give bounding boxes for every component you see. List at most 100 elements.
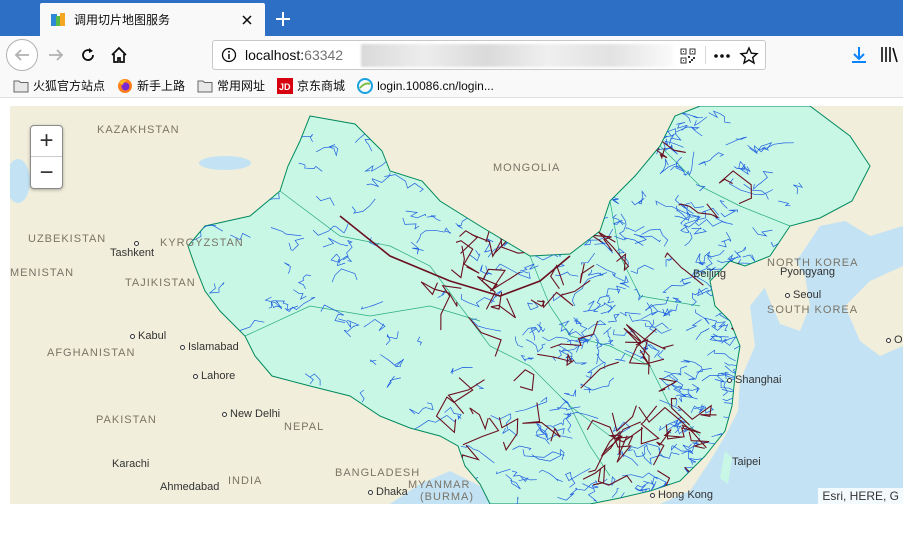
home-icon: [111, 46, 127, 63]
city-name: Taipei: [732, 456, 761, 468]
firefox-icon: [117, 78, 133, 94]
city-name: Dhaka: [376, 486, 408, 498]
city-label: Pyongyang: [780, 266, 835, 278]
city-label: New Delhi: [222, 408, 280, 420]
city-name: Seoul: [793, 289, 822, 301]
back-button[interactable]: [6, 39, 38, 71]
river-line: [698, 475, 709, 486]
new-tab-button[interactable]: [270, 6, 296, 32]
city-label: Islamabad: [180, 341, 239, 353]
arcgis-favicon-icon: [50, 12, 66, 28]
back-icon: [14, 49, 29, 61]
city-name: Islamabad: [188, 341, 239, 353]
city-label: Beijing: [693, 268, 726, 280]
city-name: Lahore: [201, 370, 236, 382]
more-icon[interactable]: [711, 45, 733, 67]
city-label: Dhaka: [368, 486, 408, 498]
plus-icon: [276, 12, 290, 26]
forward-icon: [49, 49, 64, 61]
country-label: PAKISTAN: [96, 414, 157, 426]
country-label: NEPAL: [284, 421, 325, 433]
url-host: localhost:: [245, 47, 305, 63]
city-label: Tashkent: [110, 241, 154, 259]
city-name: Karachi: [112, 458, 150, 470]
city-label: Shanghai: [727, 374, 782, 386]
river-line: [753, 409, 769, 428]
river-line: [694, 477, 717, 488]
url-bar-separator: [705, 46, 706, 64]
country-label: MONGOLIA: [493, 162, 561, 174]
close-tab-icon[interactable]: [239, 12, 255, 28]
zoom-out-button[interactable]: −: [31, 157, 62, 188]
forward-button[interactable]: [42, 41, 70, 69]
city-dot: [785, 292, 790, 298]
country-label: MYANMAR: [408, 479, 471, 491]
china-mobile-icon: [357, 77, 374, 94]
city-label: Karachi: [112, 458, 149, 470]
city-label: Os: [886, 334, 903, 346]
river-line: [742, 489, 776, 503]
url-bar[interactable]: localhost:63342: [212, 40, 766, 70]
bookmark-item[interactable]: 常用网址: [197, 77, 265, 94]
map-view[interactable]: + − KAZAKHSTAN MONGOLIA UZBEKISTAN KYRGY…: [10, 106, 903, 504]
river-line: [801, 350, 816, 371]
city-name: Os: [894, 334, 903, 346]
reload-button[interactable]: [74, 41, 102, 69]
river-line: [756, 399, 781, 418]
city-name: Kabul: [138, 330, 167, 342]
city-label: Seoul: [785, 289, 821, 301]
river-line: [732, 431, 758, 445]
city-dot: [727, 377, 732, 383]
city-dot: [180, 344, 185, 350]
folder-icon: [13, 78, 29, 94]
city-dot: [886, 337, 891, 343]
city-name: Hong Kong: [658, 489, 714, 501]
city-label: Hong Kong: [650, 489, 713, 501]
bookmark-item[interactable]: JD 京东商城: [277, 77, 345, 94]
bookmark-label: 火狐官方站点: [33, 79, 106, 93]
river-line: [771, 414, 785, 435]
zoom-control: + −: [30, 125, 63, 189]
tab-title: 调用切片地图服务: [74, 13, 171, 27]
city-name: Pyongyang: [780, 266, 836, 278]
bookmark-item[interactable]: login.10086.cn/login...: [357, 77, 494, 94]
reload-icon: [82, 48, 94, 61]
bookmark-label: 新手上路: [137, 79, 186, 93]
city-label: Ahmedabad: [160, 481, 219, 493]
lake: [199, 156, 251, 170]
home-button[interactable]: [105, 41, 133, 69]
taiwan-island: [720, 451, 732, 484]
bookmark-item[interactable]: 火狐官方站点: [13, 77, 105, 94]
folder-icon: [197, 78, 213, 94]
bookmarks-toolbar: 火狐官方站点 新手上路 常用网址 JD 京东商城 login.10086.cn/…: [0, 74, 903, 98]
navigation-toolbar: localhost:63342: [0, 36, 903, 74]
download-icon[interactable]: [848, 44, 870, 66]
zoom-in-button[interactable]: +: [31, 126, 62, 157]
info-icon[interactable]: [221, 47, 237, 63]
library-icon[interactable]: [878, 44, 900, 66]
bookmark-item[interactable]: 新手上路: [117, 77, 185, 94]
river-line: [702, 467, 717, 481]
city-name: Beijing: [693, 268, 727, 280]
svg-text:JD: JD: [279, 82, 291, 92]
star-icon[interactable]: [739, 46, 759, 66]
city-name: New Delhi: [230, 408, 281, 420]
river-line: [731, 481, 737, 494]
url-port: 63342: [304, 47, 344, 63]
river-line: [750, 480, 776, 499]
river-line: [796, 456, 812, 472]
country-label: TAJIKISTAN: [125, 277, 196, 289]
bookmark-label: 常用网址: [217, 79, 266, 93]
map-attribution[interactable]: Esri, HERE, G: [818, 488, 903, 504]
qr-code-icon[interactable]: [680, 48, 696, 64]
url-text[interactable]: localhost:63342: [245, 47, 343, 63]
country-label: AFGHANISTAN: [47, 347, 136, 359]
bookmark-label: 京东商城: [297, 79, 346, 93]
tab-active[interactable]: 调用切片地图服务: [40, 3, 265, 36]
city-name: Shanghai: [735, 374, 782, 386]
city-name: Ahmedabad: [160, 481, 220, 493]
country-label: SOUTH KOREA: [767, 304, 859, 316]
river-line: [765, 433, 792, 452]
tab-bar: 调用切片地图服务: [0, 0, 903, 36]
blurred-url-region: [361, 44, 673, 67]
